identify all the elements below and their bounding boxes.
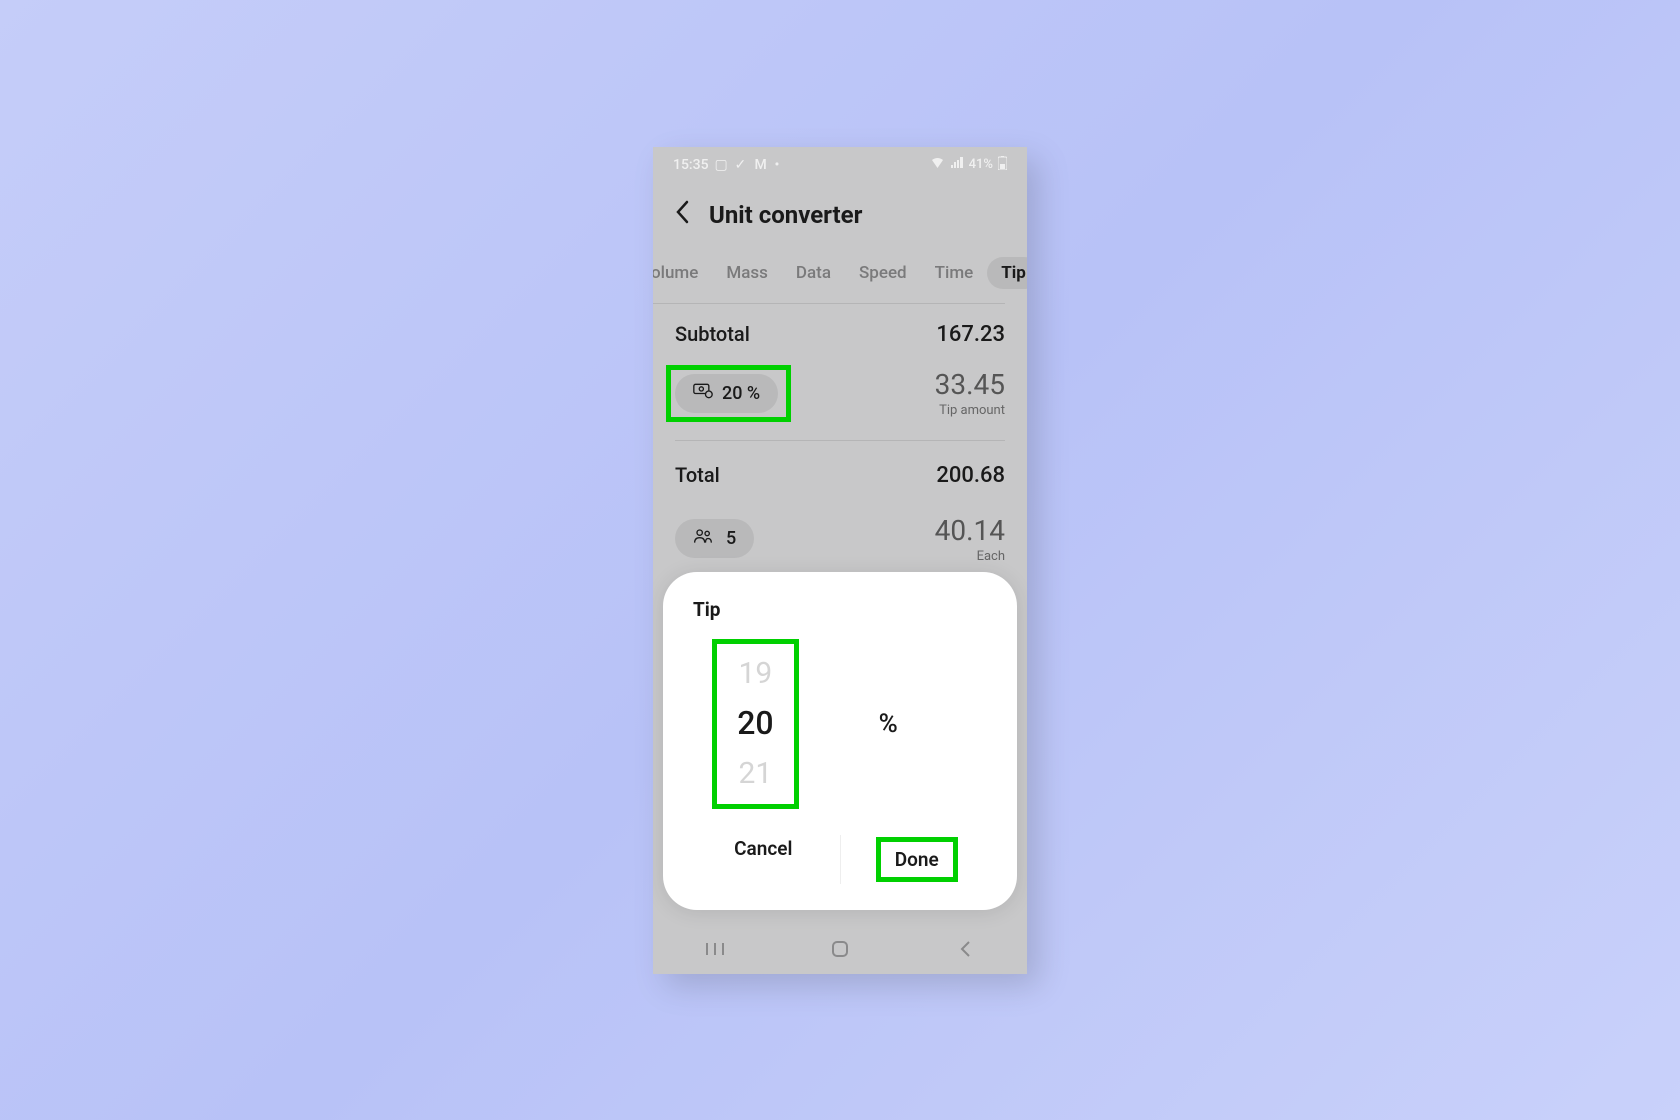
each-amount: 40.14: [935, 514, 1005, 547]
battery-icon: [998, 156, 1007, 174]
percent-unit: %: [879, 709, 898, 739]
tip-amount: 33.45: [935, 368, 1005, 401]
more-dot-icon: •: [775, 157, 780, 173]
nav-back-icon[interactable]: [954, 938, 976, 960]
picker-area: 19 20 21 %: [687, 639, 993, 808]
done-button-wrap: Done: [841, 827, 994, 892]
nav-home-icon[interactable]: [829, 938, 851, 960]
mail-icon: M: [755, 158, 769, 172]
tab-data[interactable]: Data: [782, 257, 845, 289]
tabs-row: olume Mass Data Speed Time Tip: [653, 257, 1005, 304]
each-col: 40.14 Each: [935, 514, 1005, 564]
picker-current[interactable]: 20: [737, 698, 773, 749]
status-left: 15:35 ▢ ✓ M •: [673, 157, 779, 173]
sheet-title: Tip: [687, 598, 993, 621]
tab-volume[interactable]: olume: [653, 257, 712, 289]
image-icon: ▢: [715, 158, 729, 172]
done-label: Done: [895, 848, 939, 871]
picker-prev[interactable]: 19: [739, 650, 773, 698]
tip-amount-label: Tip amount: [939, 403, 1005, 418]
tip-amount-col: 33.45 Tip amount: [935, 368, 1005, 418]
tab-time[interactable]: Time: [921, 257, 988, 289]
subtotal-row: Subtotal 167.23: [675, 304, 1005, 355]
page-title: Unit converter: [709, 201, 862, 229]
people-icon: [693, 528, 713, 549]
status-time: 15:35: [673, 157, 709, 173]
total-label: Total: [675, 463, 720, 487]
tab-mass[interactable]: Mass: [712, 257, 782, 289]
nav-bar: [653, 924, 1027, 974]
tip-picker-sheet: Tip 19 20 21 % Cancel Done: [663, 572, 1017, 909]
cancel-button[interactable]: Cancel: [687, 827, 840, 892]
money-icon: [693, 383, 713, 404]
wifi-icon: [930, 157, 945, 173]
battery-percent: 41%: [969, 157, 993, 172]
people-pill[interactable]: 5: [675, 519, 754, 558]
picker-next[interactable]: 21: [739, 750, 773, 798]
status-bar: 15:35 ▢ ✓ M • 41%: [653, 147, 1027, 183]
tip-percent-pill[interactable]: 20 %: [675, 374, 778, 413]
back-icon[interactable]: [675, 200, 689, 229]
done-button[interactable]: Done: [876, 837, 958, 882]
each-label: Each: [977, 549, 1005, 564]
check-icon: ✓: [735, 158, 749, 172]
people-row: 5 40.14 Each: [675, 496, 1005, 583]
tab-tip[interactable]: Tip: [987, 257, 1027, 289]
tip-row: 20 % 33.45 Tip amount: [675, 355, 1005, 441]
tip-percent-highlight: 20 %: [666, 365, 791, 422]
status-right: 41%: [930, 156, 1007, 174]
subtotal-label: Subtotal: [675, 322, 750, 346]
total-value: 200.68: [936, 463, 1005, 488]
nav-recents-icon[interactable]: [704, 938, 726, 960]
signal-icon: [950, 157, 964, 173]
tab-speed[interactable]: Speed: [845, 257, 921, 289]
content-area: Subtotal 167.23 20 % 33.45 Tip amount To…: [653, 304, 1027, 583]
app-header: Unit converter: [653, 183, 1027, 247]
phone-frame: 15:35 ▢ ✓ M • 41% Unit converter olume M…: [653, 147, 1027, 974]
cancel-label: Cancel: [734, 837, 792, 860]
total-row: Total 200.68: [675, 441, 1005, 496]
sheet-buttons: Cancel Done: [687, 827, 993, 892]
tip-percent-value: 20 %: [722, 383, 760, 404]
picker-highlight: 19 20 21: [712, 639, 798, 808]
subtotal-value[interactable]: 167.23: [936, 322, 1005, 347]
people-count: 5: [726, 528, 736, 549]
